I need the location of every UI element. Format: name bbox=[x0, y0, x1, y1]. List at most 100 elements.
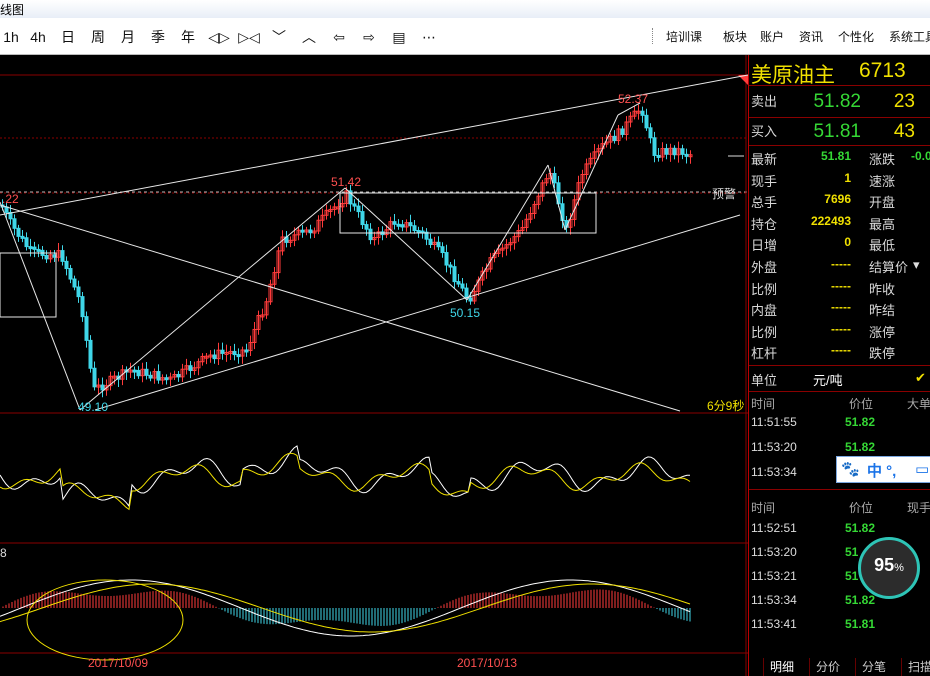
price-label-mid: 51.42 bbox=[331, 175, 361, 189]
alert-label: 预警 bbox=[712, 186, 736, 201]
ime-screen-icon[interactable]: ▭ bbox=[915, 460, 929, 478]
date-label-2: 2017/10/13 bbox=[457, 656, 517, 670]
oscillator-panel bbox=[0, 445, 691, 511]
stat-label: 日增 bbox=[751, 238, 778, 254]
divider bbox=[749, 117, 930, 118]
chevron-down-icon[interactable]: ﹀ bbox=[266, 27, 292, 47]
stat-value: 222493 bbox=[810, 213, 851, 228]
performance-gauge[interactable]: 95% bbox=[858, 537, 920, 599]
stat-label: 现手 bbox=[751, 173, 778, 189]
menu-training[interactable]: 培训课 bbox=[666, 28, 702, 45]
range-box bbox=[0, 252, 57, 318]
stat-label: 结算价 bbox=[869, 260, 909, 275]
stat-label: 内盘 bbox=[751, 303, 778, 319]
candle-body bbox=[368, 228, 373, 241]
layout-icon[interactable]: ▤ bbox=[386, 27, 412, 47]
candle-body bbox=[408, 222, 413, 227]
period-month-button[interactable]: 月 bbox=[116, 27, 140, 47]
candle-body bbox=[440, 246, 445, 254]
candle-body bbox=[444, 252, 449, 266]
tab-scan[interactable]: 扫描 bbox=[901, 658, 930, 676]
period-year-button[interactable]: 年 bbox=[176, 27, 200, 47]
tick-time: 11:53:21 bbox=[751, 569, 797, 583]
ime-mode[interactable]: 中 °, bbox=[867, 460, 896, 481]
tick-price: 51 bbox=[845, 545, 859, 559]
period-quarter-button[interactable]: 季 bbox=[146, 27, 170, 47]
tick-row: 11:53:41 51.81 bbox=[749, 617, 930, 633]
tick-price: 51.81 bbox=[845, 617, 876, 631]
check-icon[interactable]: ✔ bbox=[915, 370, 926, 386]
stat-value: ----- bbox=[831, 278, 851, 293]
stat-label: 速涨 bbox=[869, 173, 896, 189]
divider bbox=[749, 85, 930, 86]
ticks1-header-price: 价位 bbox=[849, 397, 874, 411]
divider bbox=[749, 365, 930, 366]
candle-body bbox=[640, 110, 645, 116]
candle-body bbox=[364, 224, 369, 230]
period-day-button[interactable]: 日 bbox=[56, 27, 80, 47]
period-1h-button[interactable]: 1h bbox=[0, 27, 22, 47]
ticks1-header: 时间 价位 大单 bbox=[749, 395, 930, 411]
candle-body bbox=[448, 264, 453, 268]
menu-account[interactable]: 账户 bbox=[760, 28, 784, 45]
instrument-header: 美原油主 6713 bbox=[749, 59, 930, 87]
stat-label: 比例 bbox=[751, 324, 778, 340]
more-icon[interactable]: ⋯ bbox=[416, 27, 442, 47]
candle-body bbox=[396, 223, 401, 227]
candle-body bbox=[412, 225, 417, 232]
date-label-1: 2017/10/09 bbox=[88, 656, 148, 670]
contract-horizontal-icon[interactable]: ▷◁ bbox=[236, 27, 262, 47]
tick-row: 11:51:55 51.82 bbox=[749, 415, 930, 431]
candle-body bbox=[176, 373, 181, 378]
stat-label: 开盘 bbox=[869, 195, 896, 211]
tick-row: 11:53:20 51.82 bbox=[749, 440, 930, 456]
stat-label: 杠杆 bbox=[751, 346, 778, 362]
ticks1-header-time: 时间 bbox=[751, 397, 776, 411]
candle-body bbox=[460, 283, 465, 289]
toolbar-grip bbox=[652, 28, 655, 44]
candle-body bbox=[80, 296, 85, 318]
stat-label: 昨收 bbox=[869, 281, 896, 297]
chart-grid bbox=[0, 55, 748, 676]
arrow-right-icon[interactable]: ⇨ bbox=[356, 27, 382, 47]
candle-body bbox=[680, 148, 685, 155]
stat-value: 51.81 bbox=[820, 149, 851, 163]
tab-detail[interactable]: 明细 bbox=[763, 658, 800, 676]
stat-value: -0.0 bbox=[911, 149, 930, 163]
tab-price-dist[interactable]: 分价 bbox=[809, 658, 846, 676]
ime-toolbar[interactable]: 🐾 中 °, ▭ bbox=[836, 456, 930, 483]
trend-line bbox=[564, 114, 619, 231]
stat-label: 最低 bbox=[869, 238, 896, 254]
stat-value: ----- bbox=[831, 321, 851, 336]
candle-body bbox=[20, 235, 25, 239]
expand-horizontal-icon[interactable]: ◁▷ bbox=[206, 27, 232, 47]
stat-row: 内盘 ----- 昨结 bbox=[749, 300, 930, 318]
bid-price: 51.81 bbox=[813, 121, 861, 142]
candle-body bbox=[400, 224, 405, 228]
candle-body bbox=[68, 268, 73, 280]
menu-system-tools[interactable]: 系统工具 bbox=[889, 28, 930, 45]
candle-body bbox=[360, 211, 365, 226]
tick-row: 11:52:51 51.82 bbox=[749, 521, 930, 537]
stat-row: 外盘 ----- 结算价 bbox=[749, 257, 930, 275]
candle-body bbox=[76, 286, 81, 298]
chevron-up-icon[interactable]: ︿ bbox=[296, 27, 322, 47]
period-week-button[interactable]: 周 bbox=[86, 27, 110, 47]
candle-body bbox=[84, 316, 89, 341]
arrow-left-icon[interactable]: ⇦ bbox=[326, 27, 352, 47]
ask-volume: 23 bbox=[893, 91, 915, 112]
macd-panel-tag: 8 bbox=[0, 546, 7, 560]
stat-row: 杠杆 ----- 跌停 bbox=[749, 343, 930, 361]
menu-sector[interactable]: 板块 bbox=[723, 28, 747, 45]
paw-icon[interactable]: 🐾 bbox=[841, 460, 860, 478]
candle-body bbox=[664, 148, 669, 155]
candle-body bbox=[392, 221, 397, 225]
ticks1-header-volume: 大单 bbox=[907, 397, 930, 411]
candle-body bbox=[156, 371, 161, 381]
menu-personalize[interactable]: 个性化 bbox=[838, 28, 874, 45]
chevron-down-icon[interactable]: ▾ bbox=[913, 257, 920, 273]
period-4h-button[interactable]: 4h bbox=[26, 27, 50, 47]
kline-chart[interactable]: 52.37 51.42 50.15 49.10 .22 预警 6分9秒 8 20… bbox=[0, 55, 748, 676]
menu-news[interactable]: 资讯 bbox=[799, 28, 823, 45]
tab-trades[interactable]: 分笔 bbox=[855, 658, 892, 676]
